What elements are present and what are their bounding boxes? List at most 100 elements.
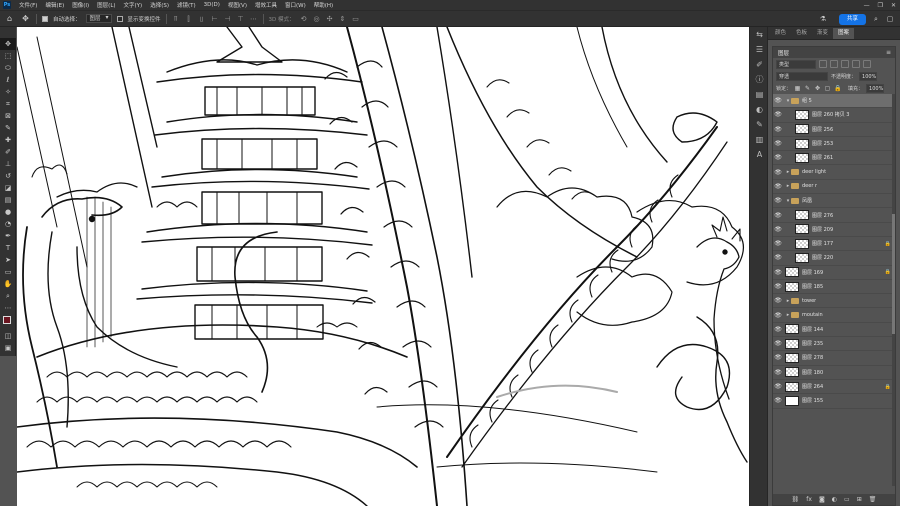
filter-type-icon[interactable] [841, 60, 849, 68]
crop-tool-icon[interactable]: ⌗ [0, 98, 16, 110]
layer-group-row[interactable]: 👁 ▸ deer r [773, 180, 895, 195]
menu-plugins[interactable]: 增效工具 [251, 1, 281, 9]
move-tool-icon[interactable]: ✥ [0, 38, 16, 50]
tab-swatches[interactable]: 色板 [791, 28, 812, 39]
tab-color[interactable]: 颜色 [770, 28, 791, 39]
marquee-tool-icon[interactable]: ⬭ [0, 62, 16, 74]
layer-name[interactable]: 组 5 [802, 97, 812, 104]
layer-row[interactable]: 👁 图层 209 [773, 223, 895, 237]
menu-3d[interactable]: 3D(D) [200, 2, 224, 8]
menu-select[interactable]: 选择(S) [146, 1, 173, 9]
visibility-eye-icon[interactable]: 👁 [773, 369, 783, 376]
visibility-eye-icon[interactable]: 👁 [773, 140, 783, 147]
dodge-tool-icon[interactable]: ◔ [0, 218, 16, 230]
home-icon[interactable]: ⌂ [4, 13, 15, 24]
link-icon[interactable]: ⛓ [792, 496, 800, 503]
visibility-eye-icon[interactable]: 👁 [773, 126, 783, 133]
tab-gradients[interactable]: 渐变 [812, 28, 833, 39]
layer-name[interactable]: 图层 177 [812, 240, 833, 247]
layer-row[interactable]: 👁 图层 261 [773, 151, 895, 166]
hand-tool-icon[interactable]: ✋ [0, 278, 16, 290]
menu-type[interactable]: 文字(Y) [120, 1, 147, 9]
layer-name[interactable]: 图层 260 拷贝 3 [812, 111, 850, 118]
3d-slide-icon[interactable]: ⇕ [339, 15, 347, 23]
layer-name[interactable]: 图层 278 [802, 354, 823, 361]
layer-name[interactable]: 图层 253 [812, 140, 833, 147]
visibility-eye-icon[interactable]: 👁 [773, 254, 783, 261]
artboard-tool-icon[interactable]: ⬚ [0, 50, 16, 62]
fx-icon[interactable]: fx [806, 496, 812, 503]
align-top-icon[interactable]: ⫪ [172, 15, 180, 23]
align-center-icon[interactable]: ⊣ [224, 15, 232, 23]
menu-help[interactable]: 帮助(H) [310, 1, 337, 9]
layers-panel-title[interactable]: 图层 [778, 49, 789, 57]
info-panel-icon[interactable]: ⓘ [750, 72, 769, 87]
filter-shape-icon[interactable] [852, 60, 860, 68]
screen-mode-icon[interactable]: ▣ [0, 342, 16, 354]
character-panel-icon[interactable]: A [750, 147, 769, 162]
layer-row[interactable]: 👁 图层 177 🔒 [773, 237, 895, 252]
lock-position-icon[interactable]: ✥ [814, 85, 821, 92]
gradient-tool-icon[interactable]: ▤ [0, 194, 16, 206]
foreground-color-swatch[interactable] [3, 316, 11, 324]
move-tool-preset-icon[interactable]: ✥ [20, 13, 31, 24]
history-brush-tool-icon[interactable]: ↺ [0, 170, 16, 182]
brush-tool-icon[interactable]: ✐ [0, 146, 16, 158]
healing-tool-icon[interactable]: ✚ [0, 134, 16, 146]
filter-smart-icon[interactable] [863, 60, 871, 68]
align-right-icon[interactable]: ⊤ [237, 15, 245, 23]
auto-select-dropdown[interactable]: 图层 [85, 14, 112, 23]
layer-name[interactable]: deer light [802, 169, 826, 175]
layer-row[interactable]: 👁 图层 260 拷贝 3 [773, 108, 895, 123]
lock-artboard-icon[interactable]: ▢ [824, 85, 831, 92]
visibility-eye-icon[interactable]: 👁 [773, 197, 783, 204]
3d-pan-icon[interactable]: ✣ [326, 15, 334, 23]
properties-panel-icon[interactable]: ▤ [750, 87, 769, 102]
brush-panel-icon[interactable]: ✐ [750, 57, 769, 72]
quick-mask-icon[interactable]: ◫ [0, 330, 16, 342]
menu-view[interactable]: 视图(V) [224, 1, 251, 9]
visibility-eye-icon[interactable]: 👁 [773, 212, 783, 219]
visibility-eye-icon[interactable]: 👁 [773, 240, 783, 247]
layer-row[interactable]: 👁 图层 278 [773, 351, 895, 366]
rectangle-tool-icon[interactable]: ▭ [0, 266, 16, 278]
layer-group-row[interactable]: 👁 ▾ 组 5 [773, 94, 895, 109]
mask-icon[interactable]: ◙ [819, 496, 825, 503]
visibility-eye-icon[interactable]: 👁 [773, 354, 783, 361]
visibility-eye-icon[interactable]: 👁 [773, 326, 783, 333]
folder-icon[interactable]: ▭ [844, 496, 850, 503]
fill-input[interactable]: 100% [866, 83, 885, 93]
3d-rotate-icon[interactable]: ⟲ [300, 15, 308, 23]
share-button[interactable]: 共享 [838, 14, 866, 25]
align-middle-icon[interactable]: ⫿ [185, 15, 193, 23]
layer-row[interactable]: 👁 图层 256 [773, 123, 895, 137]
zoom-tool-icon[interactable]: ⌕ [0, 290, 16, 302]
trash-icon[interactable]: 🗑 [869, 496, 877, 503]
eyedropper-tool-icon[interactable]: ✎ [0, 122, 16, 134]
history-panel-icon[interactable]: ⇆ [750, 27, 769, 42]
layer-name[interactable]: 图层 185 [802, 283, 823, 290]
frame-tool-icon[interactable]: ⊠ [0, 110, 16, 122]
layer-row[interactable]: 👁 图层 144 [773, 323, 895, 338]
3d-scale-icon[interactable]: ▭ [352, 15, 360, 23]
visibility-eye-icon[interactable]: 👁 [773, 169, 783, 176]
layer-name[interactable]: 图层 235 [802, 340, 823, 347]
pen-tool-icon[interactable]: ✒ [0, 230, 16, 242]
menu-file[interactable]: 文件(F) [15, 1, 41, 9]
adjustment-icon[interactable]: ◐ [832, 496, 837, 503]
layer-filter-select[interactable]: 类型 [776, 59, 816, 69]
magic-wand-tool-icon[interactable]: ✧ [0, 86, 16, 98]
workspace-icon[interactable]: ▢ [885, 14, 895, 24]
visibility-eye-icon[interactable]: 👁 [773, 97, 783, 104]
close-button[interactable]: ✕ [891, 2, 896, 9]
visibility-eye-icon[interactable]: 👁 [773, 340, 783, 347]
tab-patterns[interactable]: 图案 [833, 28, 855, 39]
visibility-eye-icon[interactable]: 👁 [773, 312, 783, 319]
document-canvas[interactable] [17, 27, 749, 506]
distribute-icon[interactable]: ⋯ [250, 15, 258, 23]
layer-group-row[interactable]: 👁 ▾ 凤凰 [773, 194, 895, 209]
visibility-eye-icon[interactable]: 👁 [773, 183, 783, 190]
layer-row[interactable]: 👁 图层 235 [773, 337, 895, 352]
stamp-tool-icon[interactable]: ⊥ [0, 158, 16, 170]
menu-window[interactable]: 窗口(W) [281, 1, 310, 9]
